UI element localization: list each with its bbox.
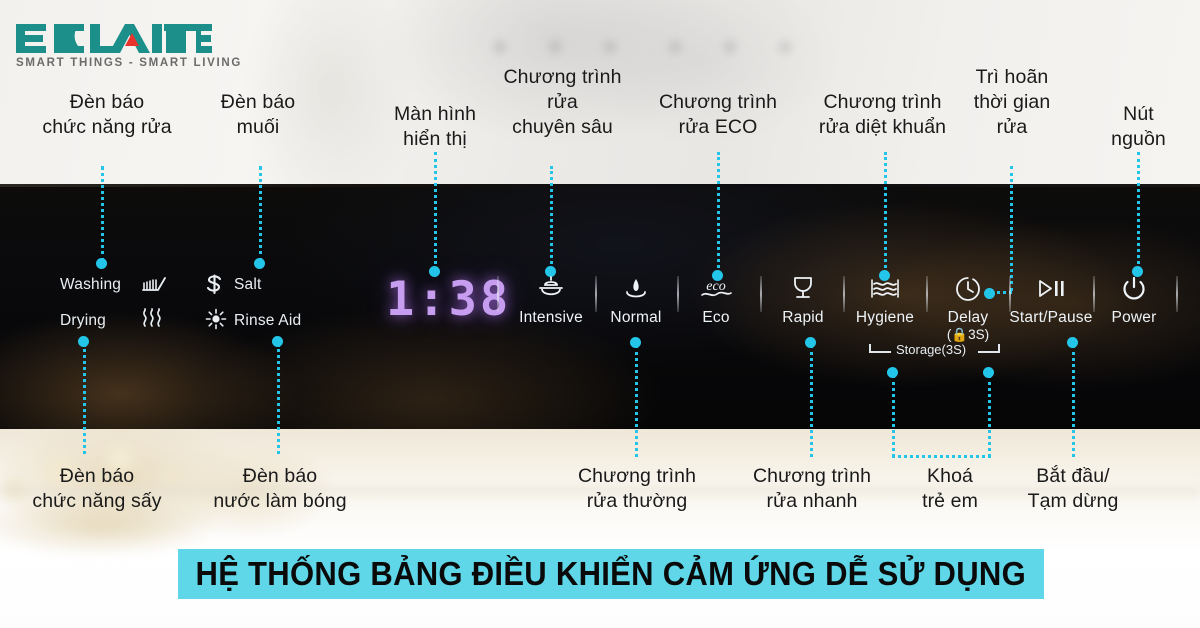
storage-note: Storage(3S) <box>896 342 967 357</box>
callout-washing-indicator: Đèn báo chức năng rửa <box>42 91 172 138</box>
button-label-normal: Normal <box>610 309 662 326</box>
connector-dot-washing <box>96 258 107 269</box>
time-display: 1:38 <box>386 272 512 327</box>
button-label-eco: Eco <box>702 309 730 326</box>
infographic-canvas: SMART THINGS - SMART LIVING Đèn báo chức… <box>0 0 1200 628</box>
callout-eco-program: Chương trình rửa ECO <box>658 91 778 138</box>
callout-rinse-aid-indicator: Đèn báo nước làm bóng <box>213 465 347 512</box>
connector-salt <box>259 166 262 262</box>
indicator-label-rinse-aid: Rinse Aid <box>234 312 302 329</box>
heat-waves-icon <box>140 308 166 333</box>
button-label-power: Power <box>1111 309 1157 326</box>
ecalite-wordmark-icon <box>16 24 212 53</box>
hygiene-waves-icon <box>843 274 927 304</box>
connector-intensive <box>550 166 553 270</box>
callout-power-button: Nút nguồn <box>1111 103 1166 150</box>
brand-tagline: SMART THINGS - SMART LIVING <box>16 57 243 69</box>
connector-rinse-aid <box>277 344 280 454</box>
connector-drying <box>83 344 86 454</box>
storage-bracket-right <box>978 344 1000 353</box>
connector-child-lock-right <box>988 375 991 457</box>
pot-with-lid-icon <box>510 274 592 304</box>
power-icon <box>1093 274 1175 304</box>
indicator-label-drying: Drying <box>60 312 106 329</box>
panel-divider <box>1176 276 1178 312</box>
button-label-delay: Delay <box>947 309 989 326</box>
button-rapid[interactable]: Rapid <box>762 274 844 327</box>
button-power[interactable]: Power <box>1093 274 1175 327</box>
button-hygiene[interactable]: Hygiene <box>843 274 927 327</box>
clock-icon <box>927 274 1009 304</box>
connector-start-pause <box>1072 345 1075 457</box>
connector-dot-salt <box>254 258 265 269</box>
button-label-hygiene: Hygiene <box>855 309 915 326</box>
callout-rapid-program: Chương trình rửa nhanh <box>752 465 872 512</box>
connector-power <box>1137 152 1140 270</box>
connector-child-lock-bottom <box>892 455 991 458</box>
connector-delay-vertical <box>1010 166 1013 291</box>
callout-normal-program: Chương trình rửa thường <box>577 465 697 512</box>
callout-drying-indicator: Đèn báo chức năng sấy <box>32 465 162 512</box>
connector-hygiene <box>884 152 887 274</box>
button-normal[interactable]: Normal <box>595 274 677 327</box>
connector-child-lock-left <box>892 375 895 457</box>
connector-rapid <box>810 345 813 457</box>
connector-eco <box>717 152 720 274</box>
salt-icon <box>204 274 226 301</box>
eco-leaf-icon: eco <box>677 274 755 304</box>
wine-glass-icon <box>762 274 844 304</box>
button-delay[interactable]: Delay (🔒3S) <box>927 274 1009 343</box>
button-label-rapid: Rapid <box>782 309 824 326</box>
brand-logo: SMART THINGS - SMART LIVING <box>14 16 242 69</box>
rinse-aid-sparkle-icon <box>205 308 227 335</box>
play-pause-icon <box>1009 274 1093 304</box>
button-sublabel-delay: (🔒3S) <box>946 327 990 342</box>
indicator-label-salt: Salt <box>234 276 262 293</box>
callout-salt-indicator: Đèn báo muối <box>220 91 296 138</box>
button-eco[interactable]: eco Eco <box>677 274 755 327</box>
banner-text: HỆ THỐNG BẢNG ĐIỀU KHIỂN CẢM ỨNG DỄ SỬ D… <box>195 555 1027 592</box>
brush-icon <box>142 276 166 297</box>
callout-child-lock: Khoá trẻ em <box>922 465 978 512</box>
button-label-intensive: Intensive <box>519 309 583 326</box>
callout-hygiene-program: Chương trình rửa diệt khuẩn <box>818 91 947 138</box>
callout-start-pause: Bắt đầu/ Tạm dừng <box>1027 465 1119 512</box>
button-intensive[interactable]: Intensive <box>510 274 592 327</box>
callout-intensive-program: Chương trình rửa chuyên sâu <box>503 66 622 138</box>
button-start-pause[interactable]: Start/Pause <box>1009 274 1093 327</box>
panel-top-edge <box>0 184 1200 187</box>
connector-display <box>434 152 437 270</box>
bottom-banner: HỆ THỐNG BẢNG ĐIỀU KHIỂN CẢM ỨNG DỄ SỬ D… <box>178 549 1044 599</box>
callout-delay-program: Trì hoãn thời gian rửa <box>973 66 1051 138</box>
svg-text:eco: eco <box>706 279 725 294</box>
button-label-start-pause: Start/Pause <box>1009 309 1093 326</box>
storage-bracket-left <box>869 344 891 353</box>
indicator-label-washing: Washing <box>60 276 122 293</box>
connector-normal <box>635 345 638 457</box>
connector-dot-start-pause <box>1067 337 1078 348</box>
connector-washing <box>101 166 104 262</box>
water-drop-icon <box>595 274 677 304</box>
panel-divider <box>497 276 499 312</box>
